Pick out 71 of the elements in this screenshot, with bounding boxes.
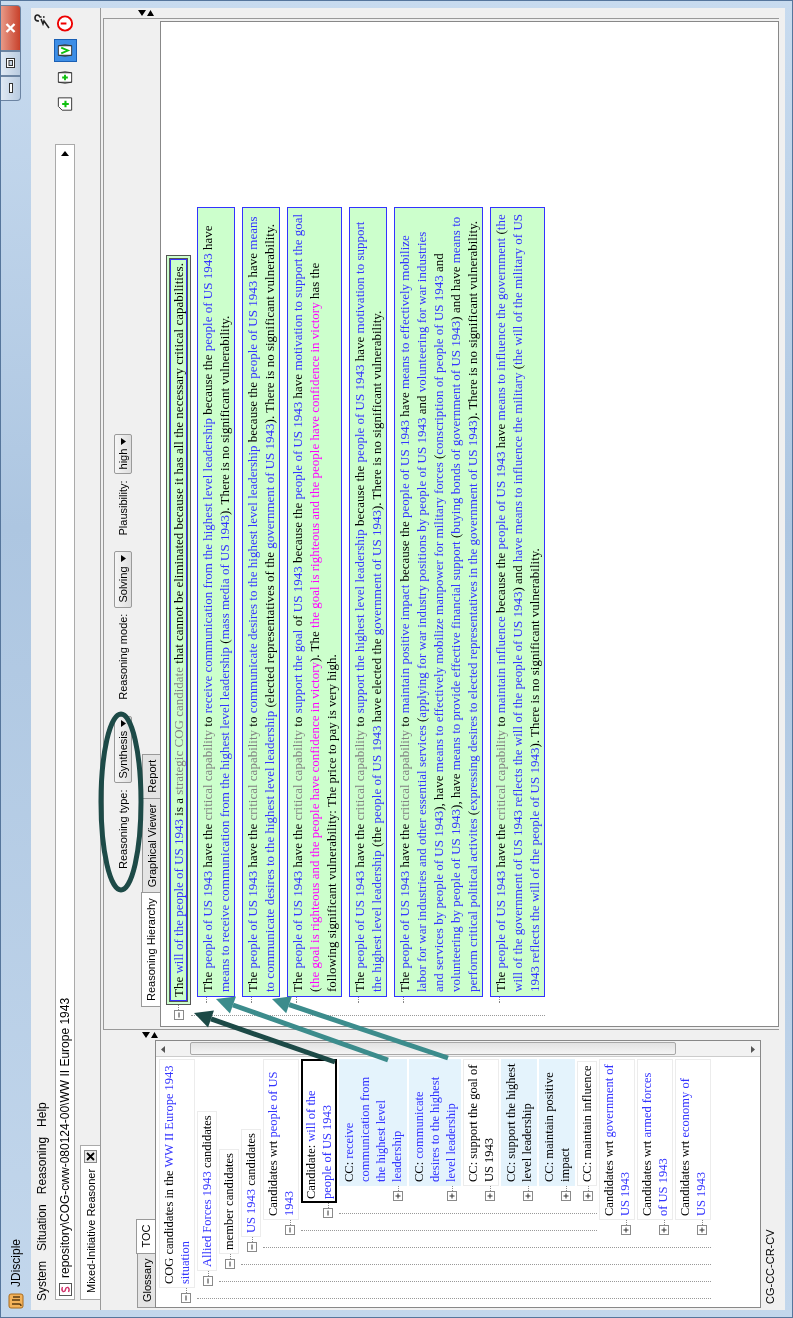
- collapse-icon[interactable]: [203, 1276, 213, 1286]
- app-icon: [8, 1293, 24, 1309]
- expand-icon[interactable]: [621, 1225, 631, 1235]
- collapse-icon[interactable]: [323, 1208, 333, 1218]
- collapse-icon[interactable]: [225, 1259, 235, 1269]
- tab[interactable]: TOC: [136, 1218, 155, 1254]
- tree-node[interactable]: CC: support the goal of US 1943: [463, 1059, 499, 1186]
- expand-icon[interactable]: [697, 1225, 707, 1235]
- dropdown-arrow-icon: [120, 437, 126, 445]
- maximize-button[interactable]: [1, 51, 21, 76]
- document-tab[interactable]: Mixed-Initiative Reasoner: [80, 1144, 100, 1300]
- tree-node[interactable]: Candidates wrt people of US 1943: [263, 1059, 299, 1220]
- tree-node[interactable]: member candidates: [219, 1149, 239, 1254]
- dropdown-arrow-icon: [120, 555, 126, 563]
- tab[interactable]: Graphical Viewer: [142, 797, 160, 894]
- expand-icon[interactable]: [485, 1191, 495, 1201]
- window-title: JDisciple: [9, 1239, 23, 1287]
- menu-item[interactable]: Help: [34, 1097, 49, 1132]
- expand-icon[interactable]: [583, 1191, 593, 1201]
- tree-node[interactable]: COG candidates in the WW II Europe 1943 situation: [159, 1059, 195, 1288]
- maximize-icon: [6, 58, 15, 69]
- tab[interactable]: Glossary: [137, 1252, 155, 1308]
- collapse-icon[interactable]: [181, 1293, 191, 1303]
- dropdown[interactable]: Synthesis: [114, 715, 132, 784]
- check-icon: [55, 41, 75, 60]
- file-icon: [58, 1283, 72, 1296]
- path-dropdown[interactable]: repository\COG-cww-080124-00\WW II Europe 1943: [55, 144, 75, 1300]
- collapse-icon[interactable]: [285, 1225, 295, 1235]
- collapse-icon[interactable]: [173, 1010, 184, 1020]
- menu-item[interactable]: Situation: [34, 1199, 49, 1256]
- dropdown[interactable]: Solving: [114, 551, 132, 608]
- field-label: Reasoning mode:: [117, 613, 129, 700]
- statement-card[interactable]: The will of the people of US 1943 is a strategic COG candidate that cannot be eliminated because it has all the necessary critical capabilities.: [166, 255, 191, 1005]
- tab[interactable]: Report: [142, 753, 160, 799]
- expand-icon[interactable]: [447, 1191, 457, 1201]
- help-cursor-icon[interactable]: [32, 12, 51, 30]
- close-icon: [5, 22, 16, 34]
- menu-item[interactable]: System: [34, 1256, 49, 1306]
- status-label: CG-CC-CR-CV: [764, 1229, 776, 1304]
- add-icon: [55, 68, 75, 87]
- minimize-icon: [8, 83, 13, 94]
- field-label: Plausibility:: [117, 480, 129, 536]
- dropdown-arrow-icon: [120, 719, 126, 727]
- tree-node[interactable]: CC: maintain positive impact: [539, 1059, 575, 1186]
- close-button[interactable]: [1, 5, 21, 51]
- expand-icon[interactable]: [659, 1225, 669, 1235]
- scroll-thumb[interactable]: [190, 1042, 676, 1055]
- menu-item[interactable]: Reasoning: [34, 1131, 49, 1200]
- toolbar-button[interactable]: [53, 39, 77, 62]
- tree-node[interactable]: CC: support the highest level leadership: [501, 1059, 537, 1186]
- tree-node[interactable]: CC: maintain influence: [577, 1061, 597, 1186]
- collapse-icon[interactable]: [247, 1242, 257, 1252]
- splitter-arrows-icon[interactable]: [141, 1031, 159, 1039]
- expand-icon[interactable]: [523, 1191, 533, 1201]
- dropdown-arrow-icon: [61, 151, 69, 156]
- vertical-scrollbar[interactable]: [156, 1041, 760, 1057]
- dropdown[interactable]: high: [114, 433, 132, 475]
- minimize-button[interactable]: [1, 76, 21, 101]
- close-icon[interactable]: [84, 1149, 97, 1163]
- expand-icon[interactable]: [393, 1191, 403, 1201]
- expand-icon[interactable]: [561, 1191, 571, 1201]
- tree-node[interactable]: US 1943 candidates: [241, 1129, 261, 1237]
- tree-node[interactable]: Candidates wrt government of US 1943: [599, 1059, 635, 1220]
- new-document-icon: [55, 95, 75, 114]
- tab[interactable]: Reasoning Hierarchy: [141, 892, 160, 1007]
- tree-node[interactable]: Allied Forces 1943 candidates: [197, 1111, 217, 1271]
- tree-node[interactable]: Candidates wrt economy of US 1943: [675, 1059, 711, 1220]
- field-label: Reasoning type:: [117, 789, 129, 869]
- stop-icon: [55, 14, 75, 33]
- splitter-arrows-icon[interactable]: [137, 9, 155, 17]
- tree-node[interactable]: Candidates wrt armed forces of US 1943: [637, 1059, 673, 1220]
